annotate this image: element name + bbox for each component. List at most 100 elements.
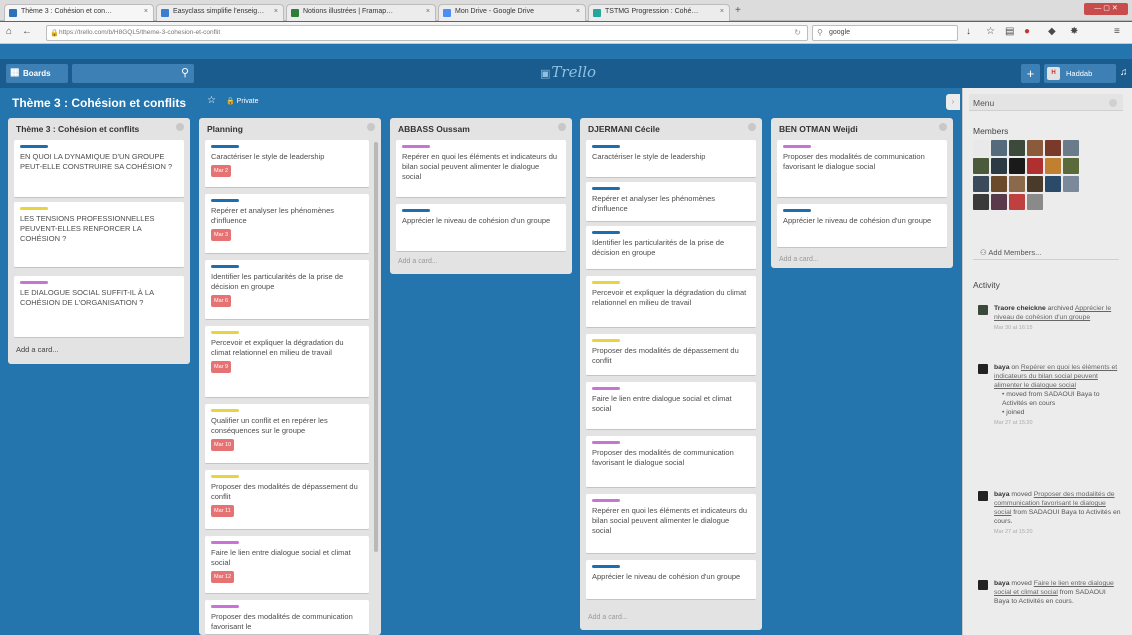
url-bar[interactable]: 🔒 https://trello.com/b/H8GQL5/theme-3-co… [46, 25, 808, 41]
user-menu-button[interactable]: H Haddab [1044, 64, 1116, 83]
list-title[interactable]: ABBASS Oussam [398, 124, 470, 134]
card[interactable]: LES TENSIONS PROFESSIONNELLES PEUVENT-EL… [14, 202, 184, 268]
board-search-input[interactable]: ⚲ [72, 64, 194, 83]
notifications-icon[interactable]: ♫ [1120, 67, 1128, 78]
member-avatar[interactable] [1009, 194, 1025, 210]
close-icon[interactable]: × [576, 8, 580, 15]
card[interactable]: Identifier les particularités de la pris… [586, 226, 756, 270]
add-members-button[interactable]: ⚇ Add Members... [973, 245, 1119, 260]
close-icon[interactable] [1109, 99, 1117, 107]
star-icon[interactable]: ☆ [207, 95, 216, 106]
activity-user[interactable]: Traore cheickne [994, 305, 1046, 312]
list-title[interactable]: BEN OTMAN Weijdi [779, 124, 858, 134]
card[interactable]: Repérer et analyser les phénomènes d'inf… [205, 194, 369, 254]
member-avatar[interactable] [1045, 140, 1061, 156]
card[interactable]: Caractériser le style de leadership Mar … [205, 140, 369, 188]
member-avatar[interactable] [1027, 176, 1043, 192]
add-card-link[interactable]: Add a card... [398, 258, 438, 265]
member-avatar[interactable] [973, 194, 989, 210]
member-avatar[interactable] [973, 158, 989, 174]
add-card-link[interactable]: Add a card... [779, 256, 819, 263]
window-controls[interactable]: — ▢ ✕ [1084, 3, 1128, 15]
member-avatar[interactable] [973, 176, 989, 192]
list-menu-icon[interactable] [939, 123, 947, 131]
card[interactable]: Proposer des modalités de communication … [205, 600, 369, 635]
list-menu-icon[interactable] [748, 123, 756, 131]
browser-tab-3[interactable]: Notions illustrées | Framap… × [286, 4, 436, 21]
add-button[interactable]: + [1021, 64, 1040, 83]
card[interactable]: Identifier les particularités de la pris… [205, 260, 369, 320]
list-scrollbar[interactable] [374, 142, 378, 552]
member-avatar[interactable] [1063, 176, 1079, 192]
card[interactable]: Faire le lien entre dialogue social et c… [205, 536, 369, 594]
hamburger-menu-icon[interactable]: ≡ [1114, 26, 1120, 37]
card[interactable]: Apprécier le niveau de cohésion d'un gro… [586, 560, 756, 600]
extension-icon[interactable]: ✸ [1070, 26, 1078, 37]
card[interactable]: Faire le lien entre dialogue social et c… [586, 382, 756, 430]
new-tab-plus-icon[interactable]: + [735, 5, 741, 16]
card[interactable]: Proposer des modalités de communication … [586, 436, 756, 488]
list-menu-icon[interactable] [367, 123, 375, 131]
member-avatar[interactable] [991, 194, 1007, 210]
pocket-icon[interactable]: ◆ [1048, 26, 1056, 37]
activity-user[interactable]: baya [994, 491, 1010, 498]
list-menu-icon[interactable] [558, 123, 566, 131]
card[interactable]: Percevoir et expliquer la dégradation du… [205, 326, 369, 398]
member-avatar[interactable] [1009, 140, 1025, 156]
list-title[interactable]: Planning [207, 124, 243, 134]
member-avatar[interactable] [973, 140, 989, 156]
card[interactable]: Repérer en quoi les éléments et indicate… [396, 140, 566, 198]
reload-icon[interactable]: ↻ [794, 28, 801, 37]
trello-logo[interactable]: ▣Trello [540, 63, 596, 81]
bookmark-star-icon[interactable]: ☆ [986, 26, 995, 37]
member-avatar[interactable] [1063, 140, 1079, 156]
board-title[interactable]: Thème 3 : Cohésion et conflits [12, 96, 186, 110]
list-title[interactable]: Thème 3 : Cohésion et conflits [16, 124, 139, 134]
add-card-link[interactable]: Add a card... [588, 614, 628, 621]
card[interactable]: LE DIALOGUE SOCIAL SUFFIT-IL À LA COHÉSI… [14, 276, 184, 338]
close-icon[interactable]: × [144, 8, 148, 15]
card[interactable]: Percevoir et expliquer la dégradation du… [586, 276, 756, 328]
browser-tab-4[interactable]: Mon Drive - Google Drive × [438, 4, 586, 21]
library-icon[interactable]: ▤ [1005, 26, 1014, 37]
member-avatar[interactable] [991, 158, 1007, 174]
close-icon[interactable]: × [274, 8, 278, 15]
download-icon[interactable]: ↓ [966, 26, 971, 37]
card[interactable]: Apprécier le niveau de cohésion d'un gro… [396, 204, 566, 252]
activity-user[interactable]: baya [994, 580, 1010, 587]
privacy-button[interactable]: 🔒 Private [226, 97, 258, 105]
card[interactable]: Caractériser le style de leadership [586, 140, 756, 178]
card[interactable]: Repérer en quoi les éléments et indicate… [586, 494, 756, 554]
member-avatar[interactable] [1045, 176, 1061, 192]
activity-user[interactable]: baya [994, 364, 1010, 371]
member-avatar[interactable] [1009, 158, 1025, 174]
card[interactable]: EN QUOI LA DYNAMIQUE D'UN GROUPE PEUT-EL… [14, 140, 184, 198]
card[interactable]: Proposer des modalités de dépassement du… [205, 470, 369, 530]
addon-icon[interactable]: ● [1024, 26, 1030, 37]
member-avatar[interactable] [1027, 158, 1043, 174]
browser-tab-1[interactable]: Thème 3 : Cohésion et con… × [4, 4, 154, 21]
close-icon[interactable]: × [426, 8, 430, 15]
member-avatar[interactable] [1063, 158, 1079, 174]
drawer-collapse-icon[interactable]: › [946, 94, 960, 110]
card[interactable]: Repérer et analyser les phénomènes d'inf… [586, 182, 756, 222]
add-card-link[interactable]: Add a card... [16, 345, 59, 354]
browser-tab-2[interactable]: Easyclass simplifie l'enseig… × [156, 4, 284, 21]
browser-search-input[interactable]: ⚲ google [812, 25, 958, 41]
member-avatar[interactable] [1009, 176, 1025, 192]
member-avatar[interactable] [1027, 140, 1043, 156]
card[interactable]: Apprécier le niveau de cohésion d'un gro… [777, 204, 947, 248]
card[interactable]: Proposer des modalités de dépassement du… [586, 334, 756, 376]
member-avatar[interactable] [991, 140, 1007, 156]
browser-tab-5[interactable]: TSTMG Progression : Cohé… × [588, 4, 730, 21]
card[interactable]: Qualifier un conflit et en repérer les c… [205, 404, 369, 464]
member-avatar[interactable] [991, 176, 1007, 192]
member-avatar[interactable] [1027, 194, 1043, 210]
boards-button[interactable]: ▦ Boards [6, 64, 68, 83]
member-avatar[interactable] [1045, 158, 1061, 174]
back-arrow-icon[interactable]: ← [22, 26, 32, 37]
list-menu-icon[interactable] [176, 123, 184, 131]
close-icon[interactable]: × [720, 8, 724, 15]
list-title[interactable]: DJERMANI Cécile [588, 124, 660, 134]
card[interactable]: Proposer des modalités de communication … [777, 140, 947, 198]
